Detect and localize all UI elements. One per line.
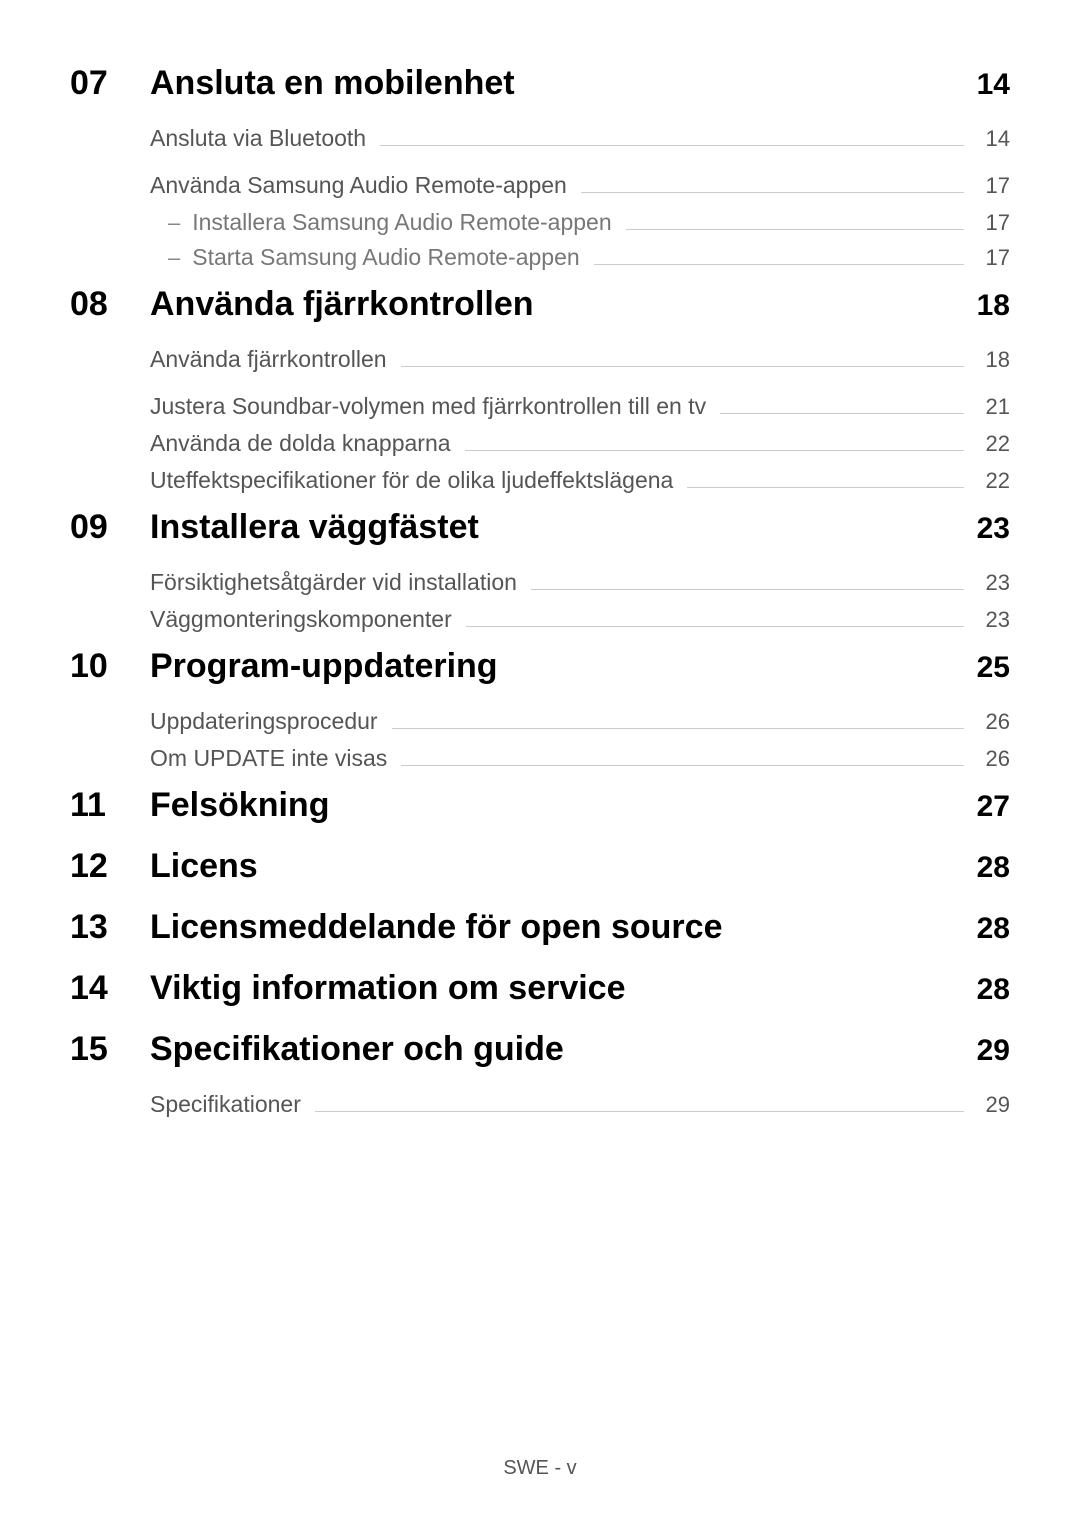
toc-section-row[interactable]: 09Installera väggfästet23 [70,508,1010,547]
toc-section-page: 28 [977,973,1010,1007]
toc-section-title: Felsökning [150,786,977,825]
toc-sub-block: Specifikationer 29 [150,1091,1010,1118]
toc-sub-page: 26 [978,709,1010,735]
toc-sub-row[interactable]: Väggmonteringskomponenter 23 [150,606,1010,633]
toc-sub-sub-page: 17 [978,245,1010,271]
toc-leader-line [720,413,964,414]
toc-section-title: Licens [150,847,977,886]
toc-leader-line [392,728,964,729]
toc-section-page: 28 [977,851,1010,885]
toc-section-number: 07 [70,64,150,103]
toc-sub-title: Justera Soundbar-volymen med fjärrkontro… [150,393,706,420]
toc-sub-page: 14 [978,126,1010,152]
toc-section-title: Installera väggfästet [150,508,977,547]
toc-section-row[interactable]: 13Licensmeddelande för open source28 [70,908,1010,947]
toc-sub-title: Använda fjärrkontrollen [150,346,387,373]
toc-section-page: 18 [977,289,1010,323]
toc-sub-title: Om UPDATE inte visas [150,745,387,772]
toc-leader-line [531,589,964,590]
toc-sub-title: Väggmonteringskomponenter [150,606,452,633]
toc-sub-sub-row[interactable]: –Starta Samsung Audio Remote-appen 17 [168,244,1010,271]
toc-section-title: Program-uppdatering [150,647,977,686]
toc-sub-page: 17 [978,173,1010,199]
toc-section-row[interactable]: 11Felsökning27 [70,786,1010,825]
toc-leader-line [315,1111,964,1112]
toc-section-number: 14 [70,969,150,1008]
toc-leader-line [465,450,964,451]
toc-sub-page: 23 [978,607,1010,633]
toc-sub-block: Uppdateringsprocedur26Om UPDATE inte vis… [150,708,1010,772]
toc-sub-title: Specifikationer [150,1091,301,1118]
toc-sub-title: Försiktighetsåtgärder vid installation [150,569,517,596]
toc-section-page: 14 [977,68,1010,102]
toc-leader-line [687,487,964,488]
toc-section-row[interactable]: 08Använda fjärrkontrollen18 [70,285,1010,324]
toc-leader-line [581,192,964,193]
toc-sub-title: Använda de dolda knapparna [150,430,451,457]
page-footer: SWE - v [0,1457,1080,1480]
toc-sub-page: 22 [978,468,1010,494]
toc-sub-row[interactable]: Justera Soundbar-volymen med fjärrkontro… [150,393,1010,420]
toc-sub-sub-row[interactable]: –Installera Samsung Audio Remote-appen 17 [168,209,1010,236]
dash-icon: – [168,210,180,236]
toc-sub-row[interactable]: Använda de dolda knapparna 22 [150,430,1010,457]
toc-section-title: Använda fjärrkontrollen [150,285,977,324]
toc-leader-line [466,626,964,627]
toc-section-page: 29 [977,1034,1010,1068]
toc-leader-line [380,145,964,146]
toc-section-title: Specifikationer och guide [150,1030,977,1069]
toc-sub-title: Uteffektspecifikationer för de olika lju… [150,467,673,494]
toc-sub-title: Ansluta via Bluetooth [150,125,366,152]
toc-section-row[interactable]: 15Specifikationer och guide29 [70,1030,1010,1069]
toc-sub-page: 23 [978,570,1010,596]
toc-leader-line [401,366,964,367]
toc-sub-row[interactable]: Uppdateringsprocedur 26 [150,708,1010,735]
toc-sub-page: 22 [978,431,1010,457]
toc-section-number: 11 [70,786,150,825]
table-of-contents: 07Ansluta en mobilenhet14Ansluta via Blu… [70,64,1010,1118]
toc-section-number: 12 [70,847,150,886]
dash-icon: – [168,245,180,271]
toc-section-page: 25 [977,651,1010,685]
toc-section-page: 27 [977,790,1010,824]
toc-sub-block: Ansluta via Bluetooth 14 Använda Samsung A… [150,125,1010,271]
toc-sub-title: Uppdateringsprocedur [150,708,378,735]
toc-section-page: 23 [977,512,1010,546]
toc-section-title: Ansluta en mobilenhet [150,64,977,103]
toc-section-number: 13 [70,908,150,947]
toc-sub-page: 26 [978,746,1010,772]
toc-leader-line [626,229,964,230]
toc-sub-block: Försiktighetsåtgärder vid installation 23… [150,569,1010,633]
toc-section-number: 08 [70,285,150,324]
toc-sub-row[interactable]: Använda fjärrkontrollen 18 [150,346,1010,373]
toc-section-title: Viktig information om service [150,969,977,1008]
toc-sub-page: 29 [978,1092,1010,1118]
toc-sub-row[interactable]: Försiktighetsåtgärder vid installation 23 [150,569,1010,596]
toc-leader-line [401,765,964,766]
toc-section-page: 28 [977,912,1010,946]
toc-section-title: Licensmeddelande för open source [150,908,977,947]
toc-section-number: 09 [70,508,150,547]
toc-leader-line [594,264,964,265]
toc-section-number: 10 [70,647,150,686]
toc-sub-sub-page: 17 [978,210,1010,236]
toc-sub-row[interactable]: Om UPDATE inte visas 26 [150,745,1010,772]
toc-sub-row[interactable]: Uteffektspecifikationer för de olika lju… [150,467,1010,494]
toc-sub-row[interactable]: Använda Samsung Audio Remote-appen 17 [150,172,1010,199]
toc-sub-block: Använda fjärrkontrollen 18 Justera Soundba… [150,346,1010,494]
toc-section-row[interactable]: 14Viktig information om service28 [70,969,1010,1008]
toc-section-row[interactable]: 12Licens28 [70,847,1010,886]
toc-sub-page: 21 [978,394,1010,420]
toc-sub-row[interactable]: Specifikationer 29 [150,1091,1010,1118]
toc-sub-sub-title: Installera Samsung Audio Remote-appen [192,209,611,236]
footer-text: SWE - v [503,1457,576,1479]
toc-section-row[interactable]: 10Program-uppdatering25 [70,647,1010,686]
toc-sub-title: Använda Samsung Audio Remote-appen [150,172,567,199]
toc-sub-page: 18 [978,347,1010,373]
toc-section-number: 15 [70,1030,150,1069]
toc-sub-row[interactable]: Ansluta via Bluetooth 14 [150,125,1010,152]
toc-section-row[interactable]: 07Ansluta en mobilenhet14 [70,64,1010,103]
toc-sub-sub-title: Starta Samsung Audio Remote-appen [192,244,579,271]
